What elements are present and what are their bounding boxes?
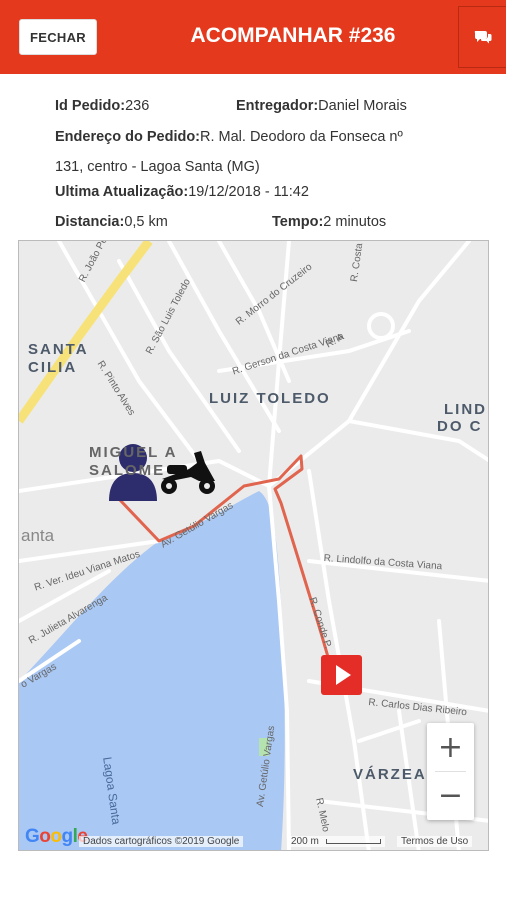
header-bar: FECHAR ACOMPANHAR #236 [0, 0, 506, 74]
map-footer: Google Dados cartográficos ©2019 Google … [19, 826, 488, 850]
area-label: VÁRZEA [353, 766, 427, 783]
courier: Entregador:Daniel Morais [236, 96, 407, 116]
last-update-label: Ultima Atualização: [55, 184, 189, 200]
address-line1: R. Mal. Deodoro da Fonseca nº [200, 129, 403, 145]
chat-button[interactable] [458, 6, 506, 68]
chat-icon [474, 31, 491, 44]
close-button[interactable]: FECHAR [19, 19, 97, 55]
map-scale[interactable]: 200 m [287, 836, 385, 847]
last-update: Ultima Atualização:19/12/2018 - 11:42 [55, 182, 309, 202]
zoom-in-button[interactable]: + [427, 723, 474, 771]
address: Endereço do Pedido:R. Mal. Deodoro da Fo… [55, 127, 403, 147]
area-label: LIND [444, 401, 487, 418]
zoom-divider [435, 771, 466, 772]
zoom-controls: + − [427, 723, 474, 820]
map-canvas[interactable] [19, 241, 489, 851]
time: Tempo:2 minutos [272, 212, 386, 232]
order-id-label: Id Pedido: [55, 98, 126, 114]
distance-value: 0,5 km [124, 214, 168, 230]
scale-bar [325, 838, 381, 844]
distance: Distancia:0,5 km [55, 212, 168, 232]
courier-label: Entregador: [236, 98, 319, 114]
time-value: 2 minutos [323, 214, 387, 230]
courier-value: Daniel Morais [318, 98, 407, 114]
area-label: anta [21, 526, 55, 545]
area-label: MIGUEL A [89, 444, 178, 461]
order-id-value: 236 [125, 98, 150, 114]
lake [19, 491, 285, 850]
terms-link[interactable]: Termos de Uso [397, 836, 473, 847]
last-update-value: 19/12/2018 - 11:42 [188, 184, 309, 200]
area-label: SANTA [28, 341, 89, 358]
distance-label: Distancia: [55, 214, 125, 230]
area-label: LUIZ TOLEDO [209, 390, 331, 407]
area-label: CILIA [28, 359, 78, 376]
order-id: Id Pedido:236 [55, 96, 149, 116]
address-line2: 131, centro - Lagoa Santa (MG) [55, 159, 260, 175]
area-label: DO C [437, 418, 483, 435]
zoom-out-button[interactable]: − [427, 771, 474, 819]
area-label: SALOME [89, 462, 166, 479]
map-attribution: Dados cartográficos ©2019 Google [79, 836, 244, 847]
address-label: Endereço do Pedido: [55, 129, 201, 145]
map[interactable]: SANTA CILIA LUIZ TOLEDO LIND DO C MIGUEL… [18, 240, 489, 851]
time-label: Tempo: [272, 214, 324, 230]
page-title: ACOMPANHAR #236 [190, 24, 396, 47]
play-marker-icon[interactable] [321, 655, 362, 695]
map-scale-label: 200 m [291, 836, 319, 847]
